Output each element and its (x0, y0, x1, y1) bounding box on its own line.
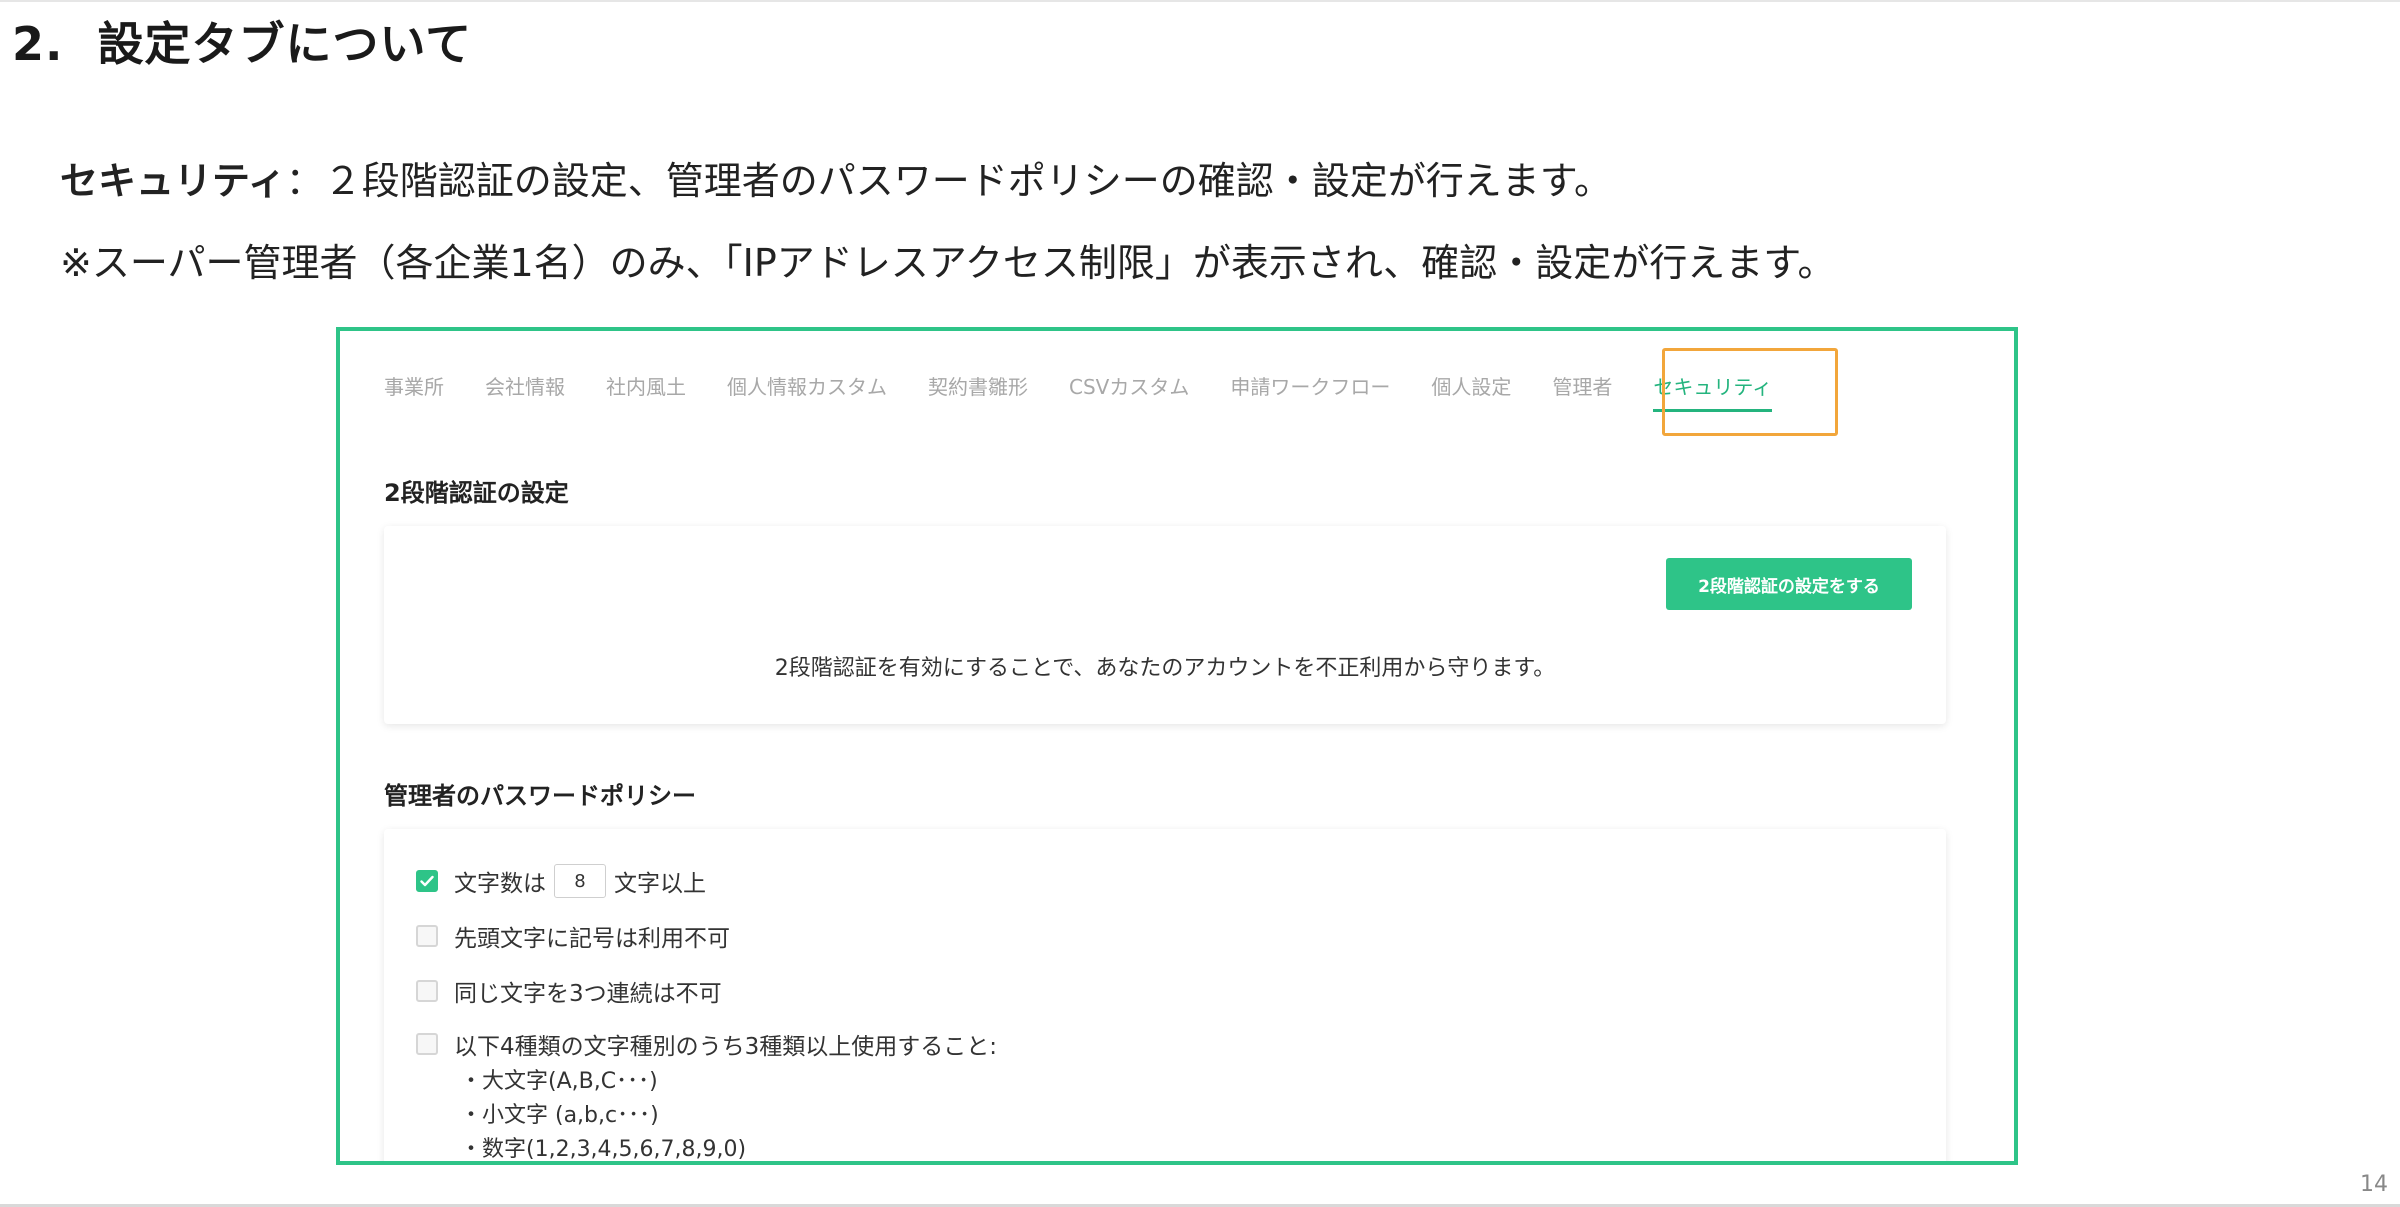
two-factor-card: 2段階認証の設定をする 2段階認証を有効にすることで、あなたのアカウントを不正利… (384, 526, 1946, 724)
tab-company-culture[interactable]: 社内風土 (606, 373, 686, 401)
tab-personal-settings[interactable]: 個人設定 (1431, 373, 1511, 401)
page-title: 2. 設定タブについて (12, 8, 472, 74)
list-item: ・数字(1,2,3,4,5,6,7,8,9,0) (460, 1137, 747, 1162)
min-length-option: 文字数は 文字以上 (416, 864, 706, 898)
settings-screenshot: 事業所 会社情報 社内風土 個人情報カスタム 契約書雛形 CSVカスタム 申請ワ… (340, 331, 2014, 1161)
super-admin-note: ※スーパー管理者（各企業1名）のみ、「IPアドレスアクセス制限」が表示され、確認… (60, 241, 1836, 285)
min-length-checkbox[interactable] (416, 870, 438, 892)
no-triple-repeat-checkbox[interactable] (416, 980, 438, 1002)
settings-tab-bar: 事業所 会社情報 社内風土 個人情報カスタム 契約書雛形 CSVカスタム 申請ワ… (384, 373, 1813, 412)
top-rule (0, 0, 2400, 2)
two-factor-description: 2段階認証を有効にすることで、あなたのアカウントを不正利用から守ります。 (774, 656, 1556, 681)
tab-administrators[interactable]: 管理者 (1552, 373, 1612, 401)
tab-contract-templates[interactable]: 契約書雛形 (928, 373, 1028, 401)
security-tab-highlight (1662, 348, 1838, 436)
check-icon (420, 875, 434, 887)
list-item: ・小文字 (a,b,c･･･) (460, 1103, 659, 1128)
settings-screenshot-frame: 事業所 会社情報 社内風土 個人情報カスタム 契約書雛形 CSVカスタム 申請ワ… (336, 327, 2018, 1165)
two-factor-section-title: 2段階認証の設定 (384, 479, 569, 507)
page-number: 14 (2360, 1172, 2388, 1197)
no-leading-symbol-checkbox[interactable] (416, 925, 438, 947)
char-types-checkbox[interactable] (416, 1033, 438, 1055)
min-length-input[interactable] (554, 864, 606, 898)
security-description: セキュリティ：２段階認証の設定、管理者のパスワードポリシーの確認・設定が行えます… (60, 150, 1612, 205)
security-description-text: ：２段階認証の設定、管理者のパスワードポリシーの確認・設定が行えます。 (285, 159, 1612, 203)
min-length-suffix: 文字以上 (614, 871, 706, 897)
no-triple-repeat-option: 同じ文字を3つ連続は不可 (416, 974, 722, 1008)
char-types-label: 以下4種類の文字種別のうち3種類以上使用すること: (454, 1034, 998, 1060)
section-number: 2. (12, 17, 64, 71)
char-types-list: ・大文字(A,B,C･･･) ・小文字 (a,b,c･･･) ・数字(1,2,3… (460, 1065, 747, 1162)
no-triple-repeat-label: 同じ文字を3つ連続は不可 (454, 981, 722, 1007)
char-types-option: 以下4種類の文字種別のうち3種類以上使用すること: (416, 1027, 997, 1061)
tab-office[interactable]: 事業所 (384, 373, 444, 401)
password-policy-card: 文字数は 文字以上 先頭文字に記号は利用不可 同じ文字を3つ連続は不可 以下4種… (384, 829, 1946, 1162)
tab-personal-info-custom[interactable]: 個人情報カスタム (727, 373, 887, 401)
setup-two-factor-button[interactable]: 2段階認証の設定をする (1666, 558, 1912, 610)
password-policy-section-title: 管理者のパスワードポリシー (384, 782, 696, 810)
tab-csv-custom[interactable]: CSVカスタム (1069, 373, 1189, 401)
no-leading-symbol-label: 先頭文字に記号は利用不可 (454, 926, 730, 952)
min-length-prefix: 文字数は (454, 871, 546, 897)
section-title: 設定タブについて (97, 17, 473, 71)
security-term: セキュリティ (60, 159, 286, 203)
no-leading-symbol-option: 先頭文字に記号は利用不可 (416, 919, 730, 953)
list-item: ・大文字(A,B,C･･･) (460, 1069, 658, 1094)
tab-company-info[interactable]: 会社情報 (485, 373, 565, 401)
tab-approval-workflow[interactable]: 申請ワークフロー (1230, 373, 1390, 401)
